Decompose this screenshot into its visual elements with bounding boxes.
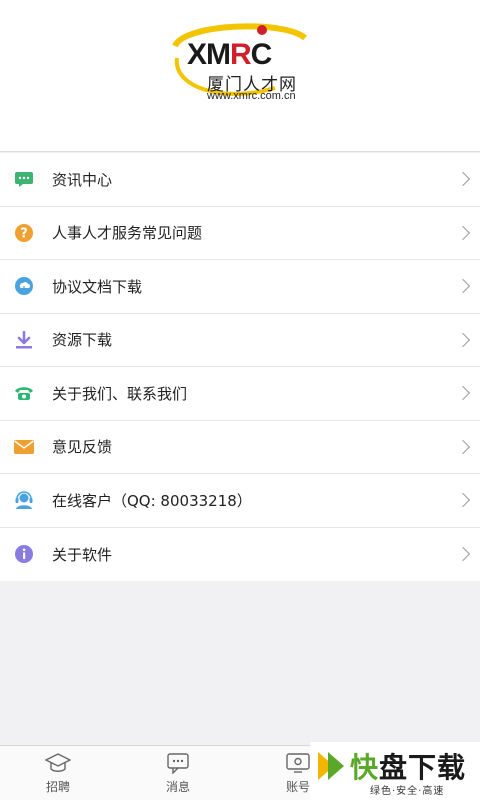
tab-recruitment[interactable]: 招聘 <box>28 752 88 795</box>
tab-messages[interactable]: 消息 <box>148 752 208 795</box>
chevron-right-icon <box>455 547 471 562</box>
svg-text:?: ? <box>20 226 28 241</box>
menu-item-label: 关于我们、联系我们 <box>52 384 188 403</box>
kuaipan-logo <box>318 752 344 780</box>
chevron-right-icon <box>455 493 471 508</box>
menu-item-label: 关于软件 <box>52 545 113 564</box>
chevron-right-icon <box>455 386 471 401</box>
chat-bubble-icon <box>14 169 34 189</box>
menu-item-resource-download[interactable]: 资源下载 <box>0 314 480 367</box>
cloud-download-icon <box>14 276 34 296</box>
menu-item-online-service[interactable]: 在线客户（QQ: 80033218） <box>0 474 480 528</box>
watermark-title: 快盘下载 <box>350 751 467 784</box>
tab-label: 消息 <box>165 780 190 794</box>
envelope-icon <box>14 437 34 457</box>
menu-item-label: 意见反馈 <box>52 438 113 457</box>
kuaipan-watermark: 快盘下载 绿色·安全·高速 <box>310 742 480 800</box>
question-icon: ? <box>14 223 34 243</box>
logo-url: www.xmrc.com.cn <box>207 90 296 102</box>
menu-item-label: 资源下载 <box>52 331 113 350</box>
settings-menu-list: 资讯中心 ? 人事人才服务常见问题 协议文档下载 资源下载 关于我们、联系我们 <box>0 153 480 581</box>
watermark-slogan: 绿色·安全·高速 <box>370 786 445 797</box>
headset-icon <box>14 490 34 510</box>
phone-icon <box>14 383 34 403</box>
info-icon <box>14 544 34 564</box>
menu-item-about-software[interactable]: 关于软件 <box>0 528 480 582</box>
menu-item-news-center[interactable]: 资讯中心 <box>0 153 480 207</box>
menu-item-label: 在线客户（QQ: 80033218） <box>52 491 252 510</box>
graduation-cap-icon <box>45 753 71 772</box>
menu-item-label: 协议文档下载 <box>52 277 143 296</box>
chevron-right-icon <box>455 332 471 347</box>
tab-label: 招聘 <box>45 780 70 794</box>
download-arrow-icon <box>14 330 34 350</box>
chevron-right-icon <box>455 279 471 294</box>
menu-item-feedback[interactable]: 意见反馈 <box>0 421 480 474</box>
menu-item-label: 资讯中心 <box>52 170 113 189</box>
chevron-right-icon <box>455 225 471 240</box>
app-header: XMRC 厦门人才网 www.xmrc.com.cn <box>0 0 480 152</box>
menu-item-about-contact[interactable]: 关于我们、联系我们 <box>0 367 480 421</box>
logo-wordmark: XMRC <box>187 38 272 71</box>
menu-item-faq[interactable]: ? 人事人才服务常见问题 <box>0 207 480 260</box>
menu-item-label: 人事人才服务常见问题 <box>52 224 203 243</box>
xmrc-logo: XMRC 厦门人才网 www.xmrc.com.cn <box>165 18 315 108</box>
menu-item-agreement-download[interactable]: 协议文档下载 <box>0 260 480 314</box>
monitor-icon <box>286 753 310 773</box>
chevron-right-icon <box>455 439 471 454</box>
message-icon <box>167 753 189 774</box>
chevron-right-icon <box>455 172 471 187</box>
